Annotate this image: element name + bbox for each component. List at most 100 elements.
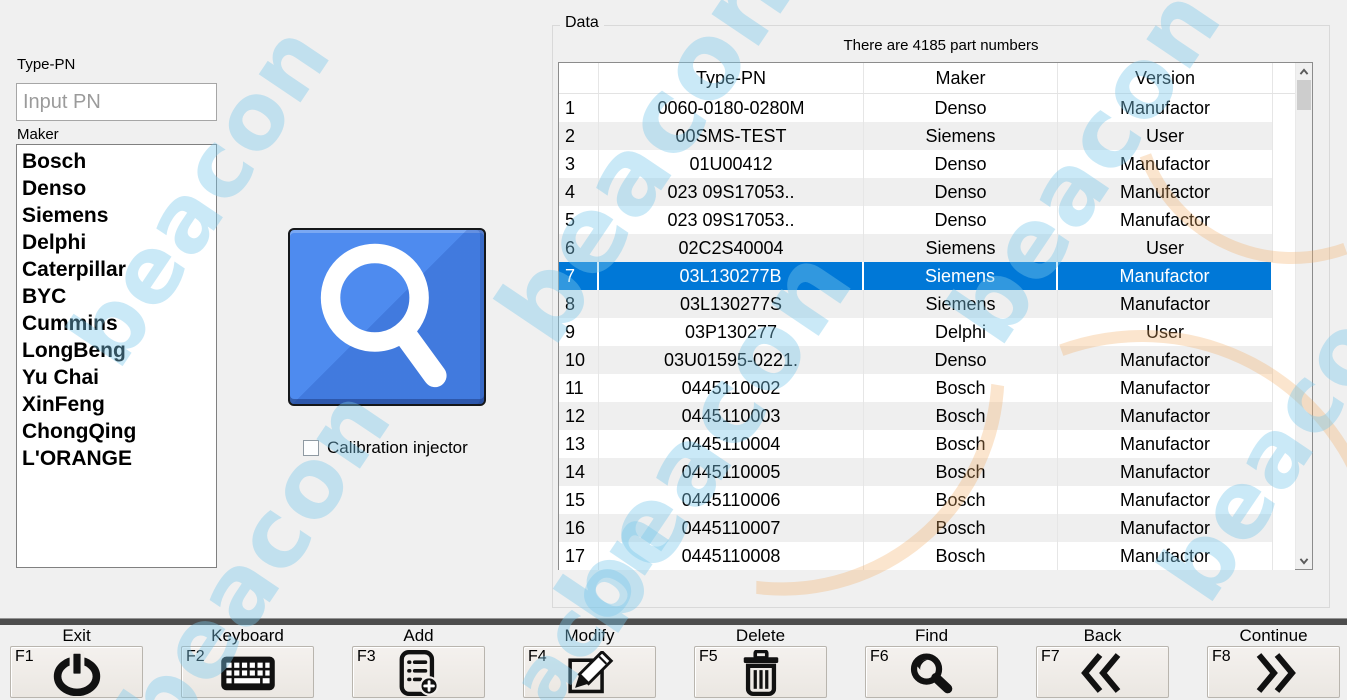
table-row[interactable]: 602C2S40004SiemensUser bbox=[559, 234, 1295, 262]
maker-list-item[interactable]: Cummins bbox=[22, 310, 216, 337]
table-cell-maker: Siemens bbox=[864, 262, 1058, 290]
toolbar-button-modify[interactable]: F4 bbox=[523, 646, 656, 698]
table-cell-num: 14 bbox=[559, 458, 599, 486]
table-cell-maker: Bosch bbox=[864, 486, 1058, 514]
maker-list-item[interactable]: Delphi bbox=[22, 229, 216, 256]
toolbar-button-add[interactable]: F3 bbox=[352, 646, 485, 698]
toolbar-label-exit: Exit bbox=[10, 626, 143, 646]
table-row[interactable]: 200SMS-TESTSiemensUser bbox=[559, 122, 1295, 150]
table-cell-num: 8 bbox=[559, 290, 599, 318]
table-cell-maker: Denso bbox=[864, 178, 1058, 206]
maker-list-item[interactable]: L'ORANGE bbox=[22, 445, 216, 472]
table-cell-extra bbox=[1273, 206, 1295, 234]
table-row[interactable]: 301U00412DensoManufactor bbox=[559, 150, 1295, 178]
maker-list-item[interactable]: Bosch bbox=[22, 148, 216, 175]
table-cell-num: 1 bbox=[559, 94, 599, 122]
double-chevron-right-icon bbox=[1208, 647, 1339, 697]
table-cell-ver: User bbox=[1058, 234, 1273, 262]
scrollbar-thumb[interactable] bbox=[1297, 80, 1311, 110]
table-row[interactable]: 803L130277SSiemensManufactor bbox=[559, 290, 1295, 318]
search-button[interactable] bbox=[288, 228, 486, 406]
table-row[interactable]: 4023 09S17053..DensoManufactor bbox=[559, 178, 1295, 206]
maker-list-item[interactable]: Yu Chai bbox=[22, 364, 216, 391]
calibration-injector-checkbox[interactable] bbox=[303, 440, 319, 456]
chevron-up-icon bbox=[1299, 68, 1309, 76]
table-row[interactable]: 170445110008BoschManufactor bbox=[559, 542, 1295, 570]
toolbar-label-back: Back bbox=[1036, 626, 1169, 646]
table-cell-num: 15 bbox=[559, 486, 599, 514]
table-cell-extra bbox=[1273, 178, 1295, 206]
keyboard-icon bbox=[182, 647, 313, 697]
table-cell-extra bbox=[1273, 402, 1295, 430]
double-chevron-left-icon bbox=[1037, 647, 1168, 697]
table-cell-pn: 03P130277 bbox=[599, 318, 864, 346]
table-scrollbar[interactable] bbox=[1295, 63, 1312, 569]
table-row[interactable]: 150445110006BoschManufactor bbox=[559, 486, 1295, 514]
toolbar-button-exit[interactable]: F1 bbox=[10, 646, 143, 698]
table-cell-num: 2 bbox=[559, 122, 599, 150]
table-row[interactable]: 110445110002BoschManufactor bbox=[559, 374, 1295, 402]
toolbar-separator bbox=[0, 618, 1347, 625]
table-cell-maker: Bosch bbox=[864, 402, 1058, 430]
toolbar-button-back[interactable]: F7 bbox=[1036, 646, 1169, 698]
table-cell-maker: Siemens bbox=[864, 122, 1058, 150]
type-pn-input[interactable] bbox=[16, 83, 217, 121]
table-cell-maker: Bosch bbox=[864, 458, 1058, 486]
table-cell-pn: 03L130277B bbox=[599, 262, 864, 290]
table-cell-pn: 0445110006 bbox=[599, 486, 864, 514]
maker-list-item[interactable]: Siemens bbox=[22, 202, 216, 229]
chevron-down-icon bbox=[1299, 557, 1309, 565]
table-row[interactable]: 130445110004BoschManufactor bbox=[559, 430, 1295, 458]
table-cell-pn: 01U00412 bbox=[599, 150, 864, 178]
maker-list-item[interactable]: BYC bbox=[22, 283, 216, 310]
table-cell-num: 10 bbox=[559, 346, 599, 374]
table-cell-num: 7 bbox=[559, 262, 599, 290]
table-cell-extra bbox=[1273, 430, 1295, 458]
edit-icon bbox=[524, 647, 655, 697]
maker-list-item[interactable]: LongBeng bbox=[22, 337, 216, 364]
table-row[interactable]: 140445110005BoschManufactor bbox=[559, 458, 1295, 486]
table-cell-ver: Manufactor bbox=[1058, 486, 1273, 514]
table-cell-pn: 0445110008 bbox=[599, 542, 864, 570]
table-cell-extra bbox=[1273, 150, 1295, 178]
toolbar-label-add: Add bbox=[352, 626, 485, 646]
table-row[interactable]: 10060-0180-0280MDensoManufactor bbox=[559, 94, 1295, 122]
table-body: 10060-0180-0280MDensoManufactor200SMS-TE… bbox=[559, 94, 1295, 570]
table-cell-maker: Siemens bbox=[864, 234, 1058, 262]
maker-list-item[interactable]: ChongQing bbox=[22, 418, 216, 445]
table-cell-pn: 03U01595-0221. bbox=[599, 346, 864, 374]
table-cell-pn: 0445110002 bbox=[599, 374, 864, 402]
table-cell-extra bbox=[1273, 94, 1295, 122]
table-cell-extra bbox=[1273, 346, 1295, 374]
header-cell-type-pn: Type-PN bbox=[599, 63, 864, 93]
table-row-selected[interactable]: 703L130277BSiemensManufactor bbox=[559, 262, 1295, 290]
table-cell-num: 9 bbox=[559, 318, 599, 346]
scroll-down-button[interactable] bbox=[1296, 552, 1312, 569]
table-row[interactable]: 903P130277DelphiUser bbox=[559, 318, 1295, 346]
table-cell-ver: Manufactor bbox=[1058, 514, 1273, 542]
table-cell-ver: Manufactor bbox=[1058, 374, 1273, 402]
maker-list-item[interactable]: Caterpillar bbox=[22, 256, 216, 283]
table-row[interactable]: 5023 09S17053..DensoManufactor bbox=[559, 206, 1295, 234]
toolbar-button-keyboard[interactable]: F2 bbox=[181, 646, 314, 698]
table-row[interactable]: 160445110007BoschManufactor bbox=[559, 514, 1295, 542]
maker-list-item[interactable]: Denso bbox=[22, 175, 216, 202]
table-row[interactable]: 1003U01595-0221.DensoManufactor bbox=[559, 346, 1295, 374]
toolbar-button-delete[interactable]: F5 bbox=[694, 646, 827, 698]
table-header-row: Type-PN Maker Version bbox=[559, 63, 1295, 94]
header-cell-maker: Maker bbox=[864, 63, 1058, 93]
toolbar-button-continue[interactable]: F8 bbox=[1207, 646, 1340, 698]
maker-list-item[interactable]: XinFeng bbox=[22, 391, 216, 418]
table-cell-ver: Manufactor bbox=[1058, 430, 1273, 458]
table-cell-ver: User bbox=[1058, 122, 1273, 150]
table-cell-extra bbox=[1273, 542, 1295, 570]
scroll-up-button[interactable] bbox=[1296, 63, 1312, 80]
table-cell-pn: 023 09S17053.. bbox=[599, 206, 864, 234]
table-cell-maker: Denso bbox=[864, 94, 1058, 122]
toolbar-button-find[interactable]: F6 bbox=[865, 646, 998, 698]
table-cell-pn: 0445110004 bbox=[599, 430, 864, 458]
table-cell-maker: Bosch bbox=[864, 542, 1058, 570]
table-cell-ver: Manufactor bbox=[1058, 346, 1273, 374]
table-row[interactable]: 120445110003BoschManufactor bbox=[559, 402, 1295, 430]
table-cell-extra bbox=[1273, 514, 1295, 542]
